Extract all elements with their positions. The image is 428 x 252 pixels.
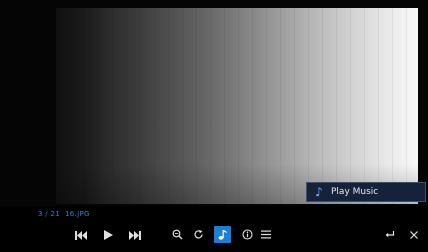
music-note-icon [218, 230, 227, 240]
back-button[interactable] [383, 228, 396, 241]
zoom-icon [172, 229, 183, 240]
photo-viewer: ♪ Play Music 3 / 21 16.JPG [0, 0, 428, 252]
skip-next-icon [129, 230, 141, 240]
rotate-icon [194, 229, 203, 239]
back-arrow-icon [385, 231, 394, 238]
zoom-button[interactable] [171, 228, 184, 241]
grayscale-photo [56, 8, 418, 204]
close-icon [409, 230, 418, 239]
menu-button[interactable] [259, 228, 272, 241]
rotate-button[interactable] [192, 228, 205, 241]
menu-icon [260, 230, 271, 239]
file-name: 16.JPG [65, 210, 90, 218]
play-music-label: Play Music [331, 187, 379, 197]
play-music-menu-item[interactable]: ♪ Play Music [306, 182, 426, 202]
file-position: 3 / 21 [38, 210, 60, 218]
play-icon [103, 230, 113, 240]
control-bar: 3 / 21 16.JPG [0, 206, 428, 252]
next-button[interactable] [128, 228, 142, 242]
music-note-icon: ♪ [315, 185, 323, 199]
previous-button[interactable] [74, 228, 88, 242]
info-icon [242, 229, 253, 240]
file-info: 3 / 21 16.JPG [38, 210, 90, 218]
info-button[interactable] [241, 228, 254, 241]
music-button[interactable] [214, 226, 231, 243]
photo-area[interactable] [0, 0, 428, 206]
close-button[interactable] [407, 228, 420, 241]
play-button[interactable] [101, 228, 115, 242]
skip-previous-icon [75, 230, 87, 240]
